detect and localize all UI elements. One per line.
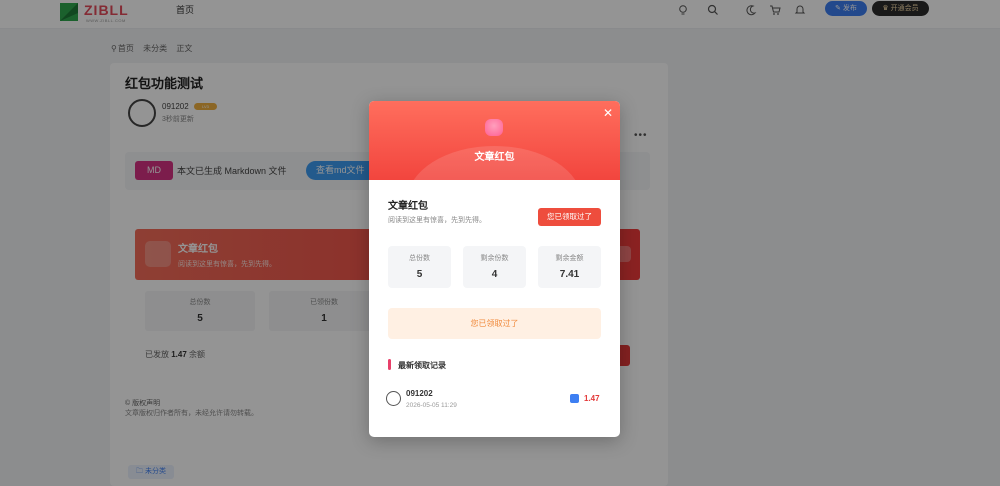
claimed-status-badge: 您已领取过了 [538,208,601,226]
modal-header-title: 文章红包 [474,152,515,163]
modal-stat-remaining-amount: 剩余金额 7.41 [538,246,601,288]
modal-stat-remaining-amount-value: 7.41 [559,269,580,280]
red-packet-emblem-icon [485,119,503,136]
records-section-title: 最新领取记录 [398,361,446,370]
modal-title: 文章红包 [388,201,428,212]
modal-stat-remaining-count-label: 剩余份数 [480,255,509,262]
modal-stat-total: 总份数 5 [388,246,451,288]
record-amount: 1.47 [584,394,600,403]
record-avatar[interactable] [386,391,401,406]
modal-stat-remaining-count: 剩余份数 4 [463,246,526,288]
modal-stat-remaining-amount-label: 剩余金额 [555,255,584,262]
modal-stat-total-value: 5 [416,269,423,280]
modal-header: 文章红包 ✕ [369,101,620,180]
record-name: 091202 [406,389,433,398]
section-accent-bar [388,359,391,370]
red-packet-modal: 文章红包 ✕ 文章红包 阅读到这里有惊喜，先到先得。 您已领取过了 总份数 5 … [369,101,620,437]
modal-description: 阅读到这里有惊喜，先到先得。 [388,217,486,224]
record-amount-icon [570,394,579,403]
close-icon[interactable]: ✕ [603,106,613,120]
record-time: 2026-05-05 11:29 [406,402,457,409]
already-claimed-button[interactable]: 您已领取过了 [388,308,601,339]
modal-stat-remaining-count-value: 4 [491,269,498,280]
modal-stat-total-label: 总份数 [409,255,430,262]
